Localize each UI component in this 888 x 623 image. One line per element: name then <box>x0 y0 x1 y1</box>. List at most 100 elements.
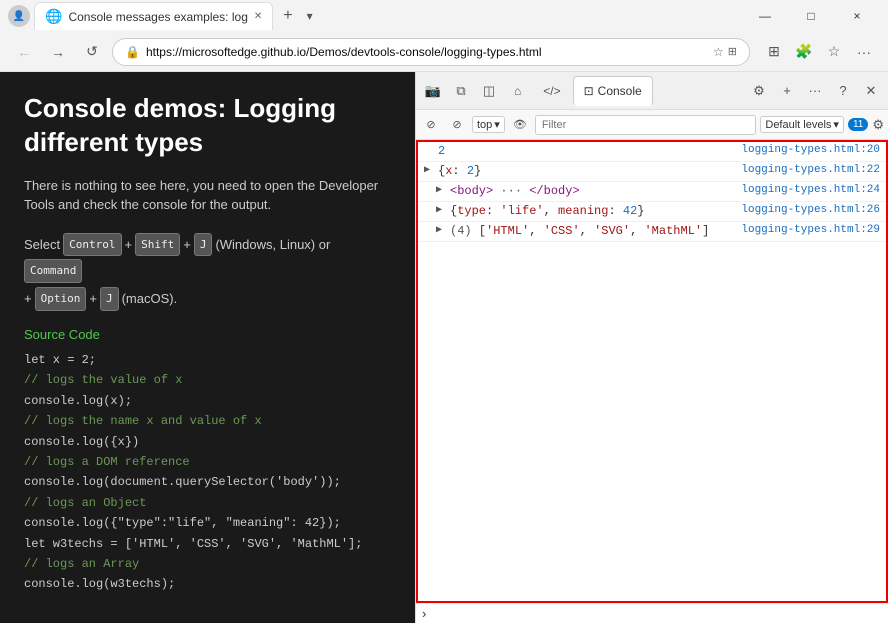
source-label: Source Code <box>24 327 391 342</box>
code-line: console.log(document.querySelector('body… <box>24 472 391 492</box>
expand-icon[interactable]: ▶ <box>436 184 446 196</box>
devtools-capture-icon[interactable]: 📷 <box>420 78 446 104</box>
maximize-button[interactable]: □ <box>788 0 834 32</box>
code-line: console.log(w3techs); <box>24 574 391 594</box>
browser-toolbar: ⊞ 🧩 ☆ ··· <box>760 38 878 66</box>
code-comment: // logs a DOM reference <box>24 452 391 472</box>
tab-elements[interactable]: ⌂ <box>504 76 531 106</box>
favorites-icon[interactable]: ☆ <box>713 45 724 59</box>
console-clear-button[interactable]: ⊘ <box>420 114 442 136</box>
forward-button[interactable]: → <box>44 38 72 66</box>
code-comment: // logs an Object <box>24 493 391 513</box>
console-row: 2 logging-types.html:20 <box>418 142 886 162</box>
back-button[interactable]: ← <box>10 38 38 66</box>
code-comment: // logs an Array <box>24 554 391 574</box>
tab-console[interactable]: ⊡ Console <box>573 76 653 106</box>
avatar: 👤 <box>8 5 30 27</box>
extensions-icon[interactable]: 🧩 <box>790 38 818 66</box>
console-row: ▶ {type: 'life', meaning: 42} logging-ty… <box>418 202 886 222</box>
devtools-panel: 📷 ⧉ ◫ ⌂ </> ⊡ Console ⚙ + ··· ? ✕ ⊘ ⊘ to… <box>415 72 888 623</box>
page-title: Console demos: Logging different types <box>24 92 391 160</box>
favorites-toolbar-icon[interactable]: ☆ <box>820 38 848 66</box>
code-line: let x = 2; <box>24 350 391 370</box>
console-row: ▶ {x: 2} logging-types.html:22 <box>418 162 886 182</box>
log-levels-selector[interactable]: Default levels ▾ <box>760 116 844 133</box>
expand-icon[interactable]: ▶ <box>436 204 446 216</box>
tab-sources[interactable]: </> <box>533 76 570 106</box>
minimize-button[interactable]: — <box>742 0 788 32</box>
devtools-help-icon[interactable]: ? <box>830 78 856 104</box>
code-line: console.log({"type":"life", "meaning": 4… <box>24 513 391 533</box>
kbd-j2: J <box>100 287 119 311</box>
kbd-option: Option <box>35 287 87 311</box>
refresh-button[interactable]: ↺ <box>78 38 106 66</box>
kbd-shift: Shift <box>135 233 180 257</box>
edge-icon: 🌐 <box>45 8 62 25</box>
window-controls: — □ × <box>742 0 880 32</box>
close-window-button[interactable]: × <box>834 0 880 32</box>
console-row: ▶ <body> ··· </body> logging-types.html:… <box>418 182 886 202</box>
context-dropdown-icon: ▾ <box>494 118 500 131</box>
url-action-icons: ☆ ⊞ <box>713 45 737 59</box>
code-line: console.log(x); <box>24 391 391 411</box>
kbd-j: J <box>194 233 213 257</box>
console-value: {x: 2} <box>438 164 741 178</box>
context-selector[interactable]: top ▾ <box>472 116 505 133</box>
console-row: ▶ (4) ['HTML', 'CSS', 'SVG', 'MathML'] l… <box>418 222 886 242</box>
console-icon: ⊡ <box>584 84 594 98</box>
code-line: let w3techs = ['HTML', 'CSS', 'SVG', 'Ma… <box>24 534 391 554</box>
tab-title: Console messages examples: log <box>68 10 247 24</box>
devtools-more-icon[interactable]: ··· <box>802 78 828 104</box>
security-icon: 🔒 <box>125 45 140 59</box>
error-count-badge: 11 <box>848 118 868 131</box>
left-panel: Console demos: Logging different types T… <box>0 72 415 623</box>
devtools-toggle-icon[interactable]: ⧉ <box>448 78 474 104</box>
console-filter-input[interactable] <box>535 115 757 135</box>
tab-dropdown-button[interactable]: ▾ <box>303 9 317 23</box>
url-bar[interactable]: 🔒 https://microsoftedge.github.io/Demos/… <box>112 38 750 66</box>
main-layout: Console demos: Logging different types T… <box>0 72 888 623</box>
page-description: There is nothing to see here, you need t… <box>24 176 391 215</box>
kbd-control: Control <box>63 233 121 257</box>
console-source-link[interactable]: logging-types.html:20 <box>741 144 880 156</box>
console-input-row: › <box>416 603 888 623</box>
devtools-customize-icon[interactable]: ⚙ <box>746 78 772 104</box>
read-mode-icon[interactable]: ⊞ <box>728 45 737 59</box>
console-value: (4) ['HTML', 'CSS', 'SVG', 'MathML'] <box>450 224 741 238</box>
console-value: <body> ··· </body> <box>450 184 741 198</box>
active-tab[interactable]: 🌐 Console messages examples: log ✕ <box>34 2 273 30</box>
new-tab-button[interactable]: + <box>275 3 300 29</box>
address-bar: ← → ↺ 🔒 https://microsoftedge.github.io/… <box>0 32 888 72</box>
console-source-link[interactable]: logging-types.html:24 <box>741 184 880 196</box>
url-text: https://microsoftedge.github.io/Demos/de… <box>146 45 707 59</box>
devtools-layout-icon[interactable]: ◫ <box>476 78 502 104</box>
console-value: 2 <box>438 144 741 158</box>
tab-close-button[interactable]: ✕ <box>254 11 262 22</box>
shortcut-line-2: + Option + J (macOS). <box>24 287 391 311</box>
console-settings-icon[interactable]: ⚙ <box>872 117 884 133</box>
tab-bar: 🌐 Console messages examples: log ✕ + ▾ <box>34 2 738 30</box>
devtools-tab-bar: 📷 ⧉ ◫ ⌂ </> ⊡ Console ⚙ + ··· ? ✕ <box>416 72 888 110</box>
console-toolbar: ⊘ ⊘ top ▾ 👁 Default levels ▾ 11 ⚙ <box>416 110 888 140</box>
title-bar: 👤 🌐 Console messages examples: log ✕ + ▾… <box>0 0 888 32</box>
code-block: let x = 2; // logs the value of x consol… <box>24 350 391 595</box>
console-filter-icon[interactable]: ⊘ <box>446 114 468 136</box>
code-comment: // logs the value of x <box>24 370 391 390</box>
devtools-close-icon[interactable]: ✕ <box>858 78 884 104</box>
expand-icon[interactable]: ▶ <box>424 164 434 176</box>
console-source-link[interactable]: logging-types.html:26 <box>741 204 880 216</box>
console-repl-input[interactable] <box>426 607 882 621</box>
console-output: 2 logging-types.html:20 ▶ {x: 2} logging… <box>416 140 888 603</box>
code-line: console.log({x}) <box>24 432 391 452</box>
more-tools-icon[interactable]: ··· <box>850 38 878 66</box>
collections-icon[interactable]: ⊞ <box>760 38 788 66</box>
console-source-link[interactable]: logging-types.html:29 <box>741 224 880 236</box>
console-source-link[interactable]: logging-types.html:22 <box>741 164 880 176</box>
levels-dropdown-icon: ▾ <box>833 118 839 131</box>
console-eye-icon[interactable]: 👁 <box>509 114 531 136</box>
code-comment: // logs the name x and value of x <box>24 411 391 431</box>
devtools-add-icon[interactable]: + <box>774 78 800 104</box>
expand-icon[interactable]: ▶ <box>436 224 446 236</box>
console-value: {type: 'life', meaning: 42} <box>450 204 741 218</box>
shortcut-line-1: Select Control + Shift + J (Windows, Lin… <box>24 233 391 284</box>
